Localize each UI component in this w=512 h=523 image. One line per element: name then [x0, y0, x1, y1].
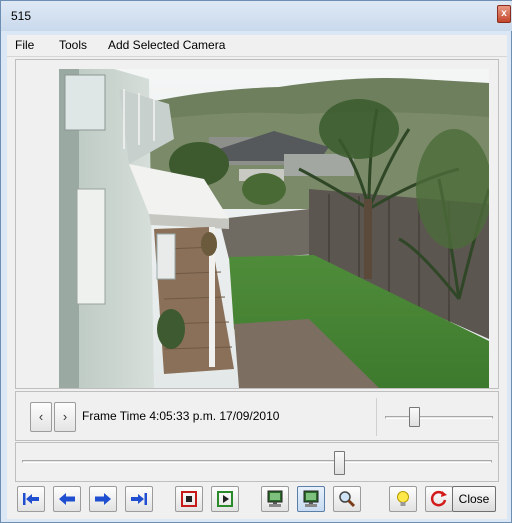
zoom-icon [339, 491, 356, 508]
last-frame-icon [131, 493, 147, 505]
zoom-slider-track [385, 416, 493, 419]
monitor-button[interactable] [261, 486, 289, 512]
stop-icon [181, 491, 197, 507]
window-close-button[interactable]: x [497, 5, 511, 23]
app-window: 515 x File Tools Add Selected Camera ‹ ›… [0, 0, 512, 523]
next-frame-icon [95, 493, 111, 505]
timeline-thumb[interactable] [334, 451, 346, 475]
previous-frame-icon [59, 493, 75, 505]
play-icon [217, 491, 233, 507]
first-frame-button[interactable] [17, 486, 45, 512]
video-panel [15, 59, 499, 389]
menu-bar: File Tools Add Selected Camera [7, 35, 507, 57]
timeline-slider[interactable] [15, 442, 499, 482]
next-button[interactable] [89, 486, 117, 512]
refresh-button[interactable] [425, 486, 453, 512]
camera-scene [59, 69, 489, 388]
frame-controls: ‹ › Frame Time 4:05:33 p.m. 17/09/2010 [15, 391, 499, 441]
zoom-slider[interactable] [376, 398, 498, 436]
bulb-icon [397, 491, 409, 506]
menu-file[interactable]: File [15, 38, 34, 52]
play-button[interactable] [211, 486, 239, 512]
close-button[interactable]: Close [452, 486, 496, 512]
refresh-icon [430, 490, 447, 507]
next-frame-button[interactable]: › [54, 402, 76, 432]
previous-frame-button[interactable]: ‹ [30, 402, 52, 432]
zoom-slider-thumb[interactable] [409, 407, 421, 427]
bulb-button[interactable] [389, 486, 417, 512]
camera-frame-image[interactable] [59, 69, 489, 388]
menu-tools[interactable]: Tools [59, 38, 87, 52]
monitor-active-icon [303, 490, 319, 507]
last-frame-button[interactable] [125, 486, 153, 512]
zoom-button[interactable] [333, 486, 361, 512]
stop-button[interactable] [175, 486, 203, 512]
first-frame-icon [23, 493, 39, 505]
frame-time-label: Frame Time 4:05:33 p.m. 17/09/2010 [82, 409, 280, 423]
window-title: 515 [11, 9, 32, 23]
menu-add-selected-camera[interactable]: Add Selected Camera [108, 38, 225, 52]
timeline-track [22, 460, 492, 463]
title-bar[interactable]: 515 x [1, 1, 512, 31]
monitor-active-button[interactable] [297, 486, 325, 512]
main-content: ‹ › Frame Time 4:05:33 p.m. 17/09/2010 C… [7, 57, 507, 519]
previous-button[interactable] [53, 486, 81, 512]
monitor-icon [267, 490, 283, 507]
playback-toolbar: Close [15, 485, 499, 515]
